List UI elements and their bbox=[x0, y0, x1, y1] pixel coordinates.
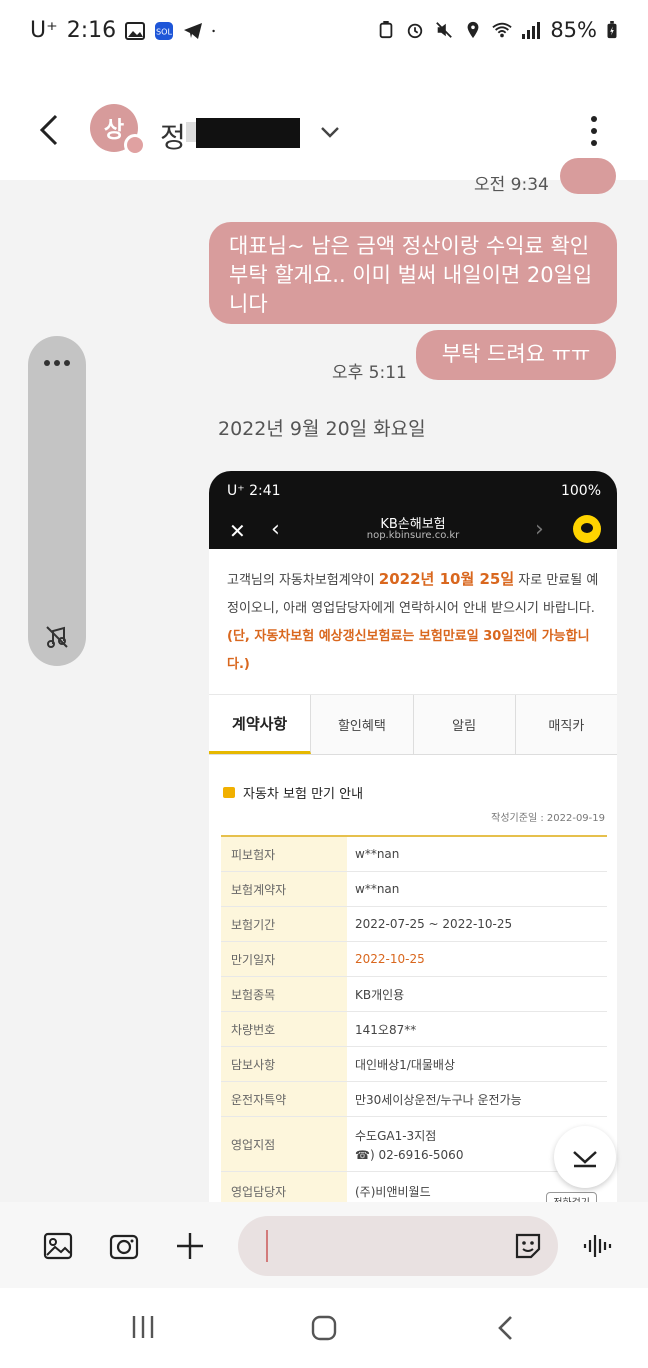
text-caret bbox=[266, 1230, 268, 1262]
more-options-icon[interactable] bbox=[586, 114, 602, 148]
notice-date: 2022년 10월 25일 bbox=[378, 570, 515, 588]
voice-record-icon[interactable] bbox=[582, 1230, 614, 1262]
row-key: 피보험자 bbox=[221, 837, 347, 871]
gallery-notification-icon bbox=[125, 21, 146, 40]
table-row: 운전자특약 만30세이상운전/누구나 운전가능 bbox=[221, 1082, 607, 1117]
tab-magiccar: 매직카 bbox=[515, 695, 617, 754]
more-dots-icon[interactable] bbox=[42, 358, 72, 368]
contact-name[interactable]: 정 bbox=[160, 116, 186, 156]
section-header: 자동차 보험 만기 안내 작성기준일 : 2022-09-19 bbox=[209, 755, 617, 839]
message-bubble[interactable]: 부탁 드려요 ㅠㅠ bbox=[416, 330, 616, 380]
previous-message-bubble[interactable] bbox=[560, 158, 616, 194]
table-row: 차량번호 141오87** bbox=[221, 1012, 607, 1047]
name-redaction bbox=[196, 118, 300, 148]
avatar-initial: 상 bbox=[103, 118, 125, 143]
row-key: 보험계약자 bbox=[221, 872, 347, 906]
contract-table: 피보험자 w**nan 보험계약자 w**nan 보험기간 2022-07-25 ~ … bbox=[221, 835, 607, 1212]
status-time: 2:16 bbox=[66, 18, 117, 43]
screenshot-status-time: U⁺ 2:41 bbox=[227, 483, 281, 499]
message-time: 오후 5:11 bbox=[332, 363, 407, 383]
tab-contract: 계약사항 bbox=[209, 695, 312, 754]
row-value: 대인배상1/대물배상 bbox=[355, 1057, 455, 1072]
camera-icon[interactable] bbox=[108, 1230, 140, 1262]
recent-apps-icon[interactable] bbox=[130, 1314, 156, 1340]
home-icon[interactable] bbox=[310, 1314, 338, 1342]
location-icon bbox=[467, 21, 479, 39]
message-bubble[interactable]: 대표님~ 남은 금액 정산이랑 수익료 확인 부탁 할게요.. 이미 벌써 내일… bbox=[209, 222, 617, 324]
table-row: 피보험자 w**nan bbox=[221, 837, 607, 872]
chevron-down-icon bbox=[573, 1151, 597, 1168]
message-composer bbox=[0, 1202, 648, 1288]
date-separator: 2022년 9월 20일 화요일 bbox=[218, 418, 426, 440]
battery-saver-icon bbox=[380, 21, 393, 39]
row-key: 차량번호 bbox=[221, 1012, 347, 1046]
tab-discount: 할인혜택 bbox=[311, 695, 414, 754]
row-key: 운전자특약 bbox=[221, 1082, 347, 1116]
back-arrow-icon[interactable] bbox=[34, 110, 64, 150]
carrier-label: U⁺ bbox=[30, 18, 58, 43]
row-key: 만기일자 bbox=[221, 942, 347, 976]
notice-note: (단, 자동차보험 예상갱신보험료는 보험만료일 30일전에 가능합니다.) bbox=[227, 629, 590, 672]
expiry-notice: 고객님의 자동차보험계약이 2022년 10월 25일 자로 만료될 예정이오니… bbox=[209, 549, 617, 695]
audio-off-icon[interactable] bbox=[44, 624, 70, 650]
screenshot-battery: 100% bbox=[560, 483, 601, 499]
battery-percent: 85% bbox=[550, 18, 597, 42]
battery-charging-icon bbox=[607, 21, 617, 39]
edge-panel-handle[interactable] bbox=[28, 336, 86, 666]
table-row: 만기일자 2022-10-25 bbox=[221, 942, 607, 977]
signal-icon bbox=[522, 22, 541, 39]
row-key: 영업지점 bbox=[221, 1117, 347, 1171]
alarm-icon bbox=[408, 23, 423, 39]
table-row: 담보사항 대인배상1/대물배상 bbox=[221, 1047, 607, 1082]
chevron-right-icon: › bbox=[535, 517, 544, 542]
written-date: 작성기준일 : 2022-09-19 bbox=[491, 813, 605, 824]
chevron-down-icon[interactable] bbox=[318, 122, 342, 142]
telegram-notification-icon bbox=[184, 22, 203, 39]
screenshot-page-url: nop.kbinsure.co.kr bbox=[366, 530, 460, 541]
svg-text:SOL: SOL bbox=[156, 26, 172, 36]
tab-notification: 알림 bbox=[413, 695, 516, 754]
screenshot-tabs: 계약사항 할인혜택 알림 매직카 bbox=[209, 695, 617, 755]
system-navigation-bar bbox=[0, 1288, 648, 1368]
emoji-sticker-icon[interactable] bbox=[512, 1230, 544, 1262]
kakaotalk-icon bbox=[573, 515, 601, 543]
app-notification-icon: SOL bbox=[155, 21, 174, 40]
avatar-badge bbox=[124, 134, 146, 156]
mute-icon bbox=[436, 22, 453, 38]
row-value: 141오87** bbox=[355, 1022, 417, 1037]
row-key: 담보사항 bbox=[221, 1047, 347, 1081]
row-value: 2022-10-25 bbox=[355, 952, 425, 966]
table-row: 영업지점 수도GA1-3지점 ☎) 02-6916-5060 bbox=[221, 1117, 607, 1172]
gallery-icon[interactable] bbox=[42, 1230, 74, 1262]
row-value: 만30세이상운전/누구나 운전가능 bbox=[355, 1092, 522, 1107]
wifi-icon bbox=[492, 22, 512, 38]
row-value: w**nan bbox=[355, 882, 400, 896]
screenshot-browser-bar: ✕ ‹ KB손해보험 nop.kbinsure.co.kr › bbox=[209, 511, 617, 549]
row-key: 보험종목 bbox=[221, 977, 347, 1011]
notice-text: 고객님의 자동차보험계약이 bbox=[227, 573, 379, 588]
scroll-to-bottom-button[interactable] bbox=[554, 1126, 616, 1188]
row-key: 보험기간 bbox=[221, 907, 347, 941]
status-bar: U⁺ 2:16 SOL 85% bbox=[0, 0, 648, 64]
screenshot-status-bar: U⁺ 2:41 100% bbox=[209, 471, 617, 511]
row-value: w**nan bbox=[355, 847, 400, 861]
row-value: 2022-07-25 ~ 2022-10-25 bbox=[355, 917, 513, 931]
nav-back-icon[interactable] bbox=[494, 1314, 518, 1342]
speech-bubble-icon bbox=[223, 787, 235, 798]
message-input[interactable] bbox=[238, 1216, 558, 1276]
add-icon[interactable] bbox=[174, 1230, 206, 1262]
chat-header: 상 정 bbox=[0, 64, 648, 180]
table-row: 보험계약자 w**nan bbox=[221, 872, 607, 907]
row-value: KB개인용 bbox=[355, 987, 405, 1002]
table-row: 보험기간 2022-07-25 ~ 2022-10-25 bbox=[221, 907, 607, 942]
more-notifications-dot-icon bbox=[212, 29, 215, 32]
previous-message-time: 오전 9:34 bbox=[474, 175, 549, 195]
table-row: 보험종목 KB개인용 bbox=[221, 977, 607, 1012]
section-title: 자동차 보험 만기 안내 bbox=[243, 787, 364, 802]
